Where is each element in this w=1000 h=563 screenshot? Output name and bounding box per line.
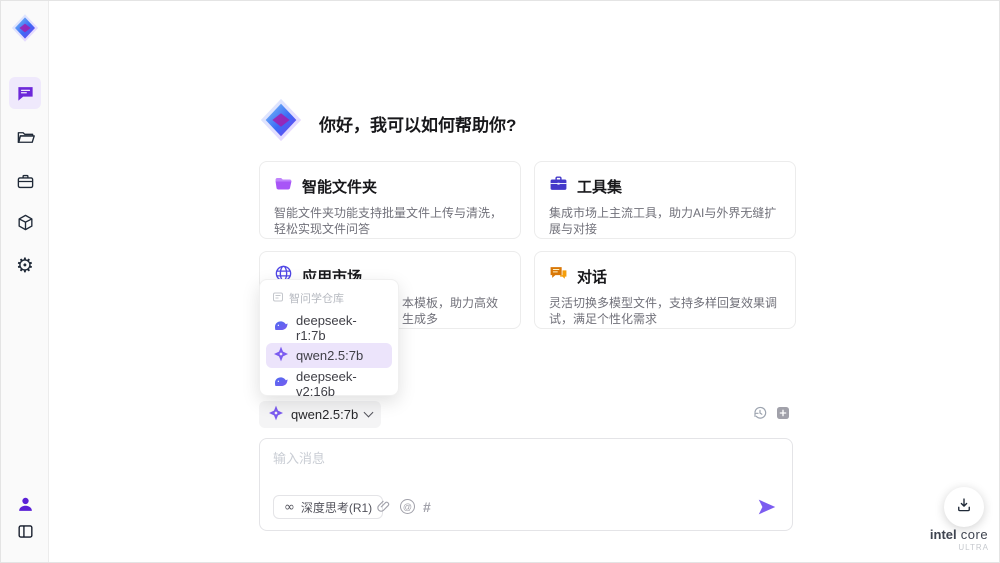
repo-icon: [272, 291, 284, 306]
message-input[interactable]: [273, 448, 773, 492]
hash-button[interactable]: #: [423, 499, 431, 515]
app-logo-icon: [10, 13, 40, 43]
message-composer: ∞ 深度思考(R1) @ #: [259, 438, 793, 531]
deepseek-whale-icon: [273, 318, 289, 337]
selected-model-label: qwen2.5:7b: [291, 407, 359, 422]
model-option-deepseek-v2[interactable]: deepseek-v2:16b: [266, 368, 392, 399]
new-chat-icon: [775, 405, 791, 426]
card-dialogue[interactable]: 对话 灵活切换多模型文件，支持多样回复效果调试，满足个性化需求: [534, 251, 796, 329]
model-option-label: qwen2.5:7b: [296, 348, 364, 363]
card-toolset[interactable]: 工具集 集成市场上主流工具，助力AI与外界无缝扩展与对接: [534, 161, 796, 239]
user-icon: [16, 495, 35, 514]
hash-icon: #: [423, 499, 431, 515]
cube-icon: [16, 213, 35, 232]
briefcase-icon: [16, 172, 35, 191]
folder-purple-icon: [274, 174, 293, 198]
model-selector-button[interactable]: qwen2.5:7b: [259, 401, 382, 428]
model-dropdown: 智问学仓库 deepseek-r1:7b qwen2.5:7b deepseek…: [259, 279, 399, 399]
sidebar-item-panel-toggle[interactable]: [9, 515, 41, 547]
model-option-deepseek-r1[interactable]: deepseek-r1:7b: [266, 312, 392, 343]
qwen-icon: [273, 346, 289, 365]
send-button[interactable]: [756, 496, 778, 518]
download-icon: [955, 496, 973, 519]
sidebar-item-chat[interactable]: [9, 77, 41, 109]
history-icon: [752, 405, 768, 426]
folder-icon: [16, 128, 35, 147]
new-chat-button[interactable]: [774, 406, 792, 424]
intel-ultra-label: ULTRA: [958, 543, 989, 552]
mention-icon: @: [400, 499, 415, 514]
mention-button[interactable]: @: [400, 499, 415, 514]
qwen-icon: [268, 405, 284, 424]
card-desc: 集成市场上主流工具，助力AI与外界无缝扩展与对接: [549, 206, 777, 236]
sidebar-item-toolset[interactable]: [9, 165, 41, 197]
intel-core-badge: intel core ULTRA: [923, 527, 995, 552]
card-smart-folder[interactable]: 智能文件夹 智能文件夹功能支持批量文件上传与清洗，轻松实现文件问答: [259, 161, 521, 239]
card-title: 对话: [577, 268, 608, 286]
gear-icon: ⚙: [16, 253, 34, 277]
briefcase-filled-icon: [549, 174, 568, 198]
sidebar-item-models[interactable]: [9, 206, 41, 238]
chat-bubbles-icon: [549, 264, 568, 288]
card-title: 工具集: [577, 178, 623, 196]
deepseek-whale-icon: [273, 374, 289, 393]
chevron-down-icon: [363, 407, 374, 418]
send-icon: [756, 499, 778, 522]
paperclip-icon: [376, 499, 391, 519]
card-title: 智能文件夹: [302, 178, 378, 196]
model-option-qwen[interactable]: qwen2.5:7b: [266, 343, 392, 368]
history-button[interactable]: [751, 406, 769, 424]
deep-think-icon: ∞: [284, 499, 295, 515]
card-desc: 智能文件夹功能支持批量文件上传与清洗，轻松实现文件问答: [274, 206, 503, 236]
sidebar-item-settings[interactable]: ⚙: [9, 249, 41, 281]
greeting-logo-icon: [258, 97, 304, 143]
model-option-label: deepseek-v2:16b: [296, 368, 357, 399]
intel-core-logo: intel core: [929, 527, 989, 542]
attach-button[interactable]: [376, 499, 391, 519]
panel-toggle-icon: [16, 522, 35, 541]
deep-think-toggle[interactable]: ∞ 深度思考(R1): [273, 495, 384, 519]
app-window: ⚙ 你好，我可以如何帮助你? 智能文件夹 智能文件夹功能支持批量文件上传与清洗，…: [0, 0, 1000, 563]
deep-think-label: 深度思考(R1): [300, 500, 373, 515]
page-title: 你好，我可以如何帮助你?: [319, 116, 517, 135]
download-button[interactable]: [944, 487, 984, 527]
model-option-label: deepseek-r1:7b: [296, 312, 357, 343]
sidebar-item-folders[interactable]: [9, 121, 41, 153]
chat-icon: [16, 84, 35, 103]
sidebar: ⚙: [1, 1, 49, 562]
model-dropdown-header: 智问学仓库: [266, 288, 392, 312]
card-desc: 灵活切换多模型文件，支持多样回复效果调试，满足个性化需求: [549, 296, 778, 326]
